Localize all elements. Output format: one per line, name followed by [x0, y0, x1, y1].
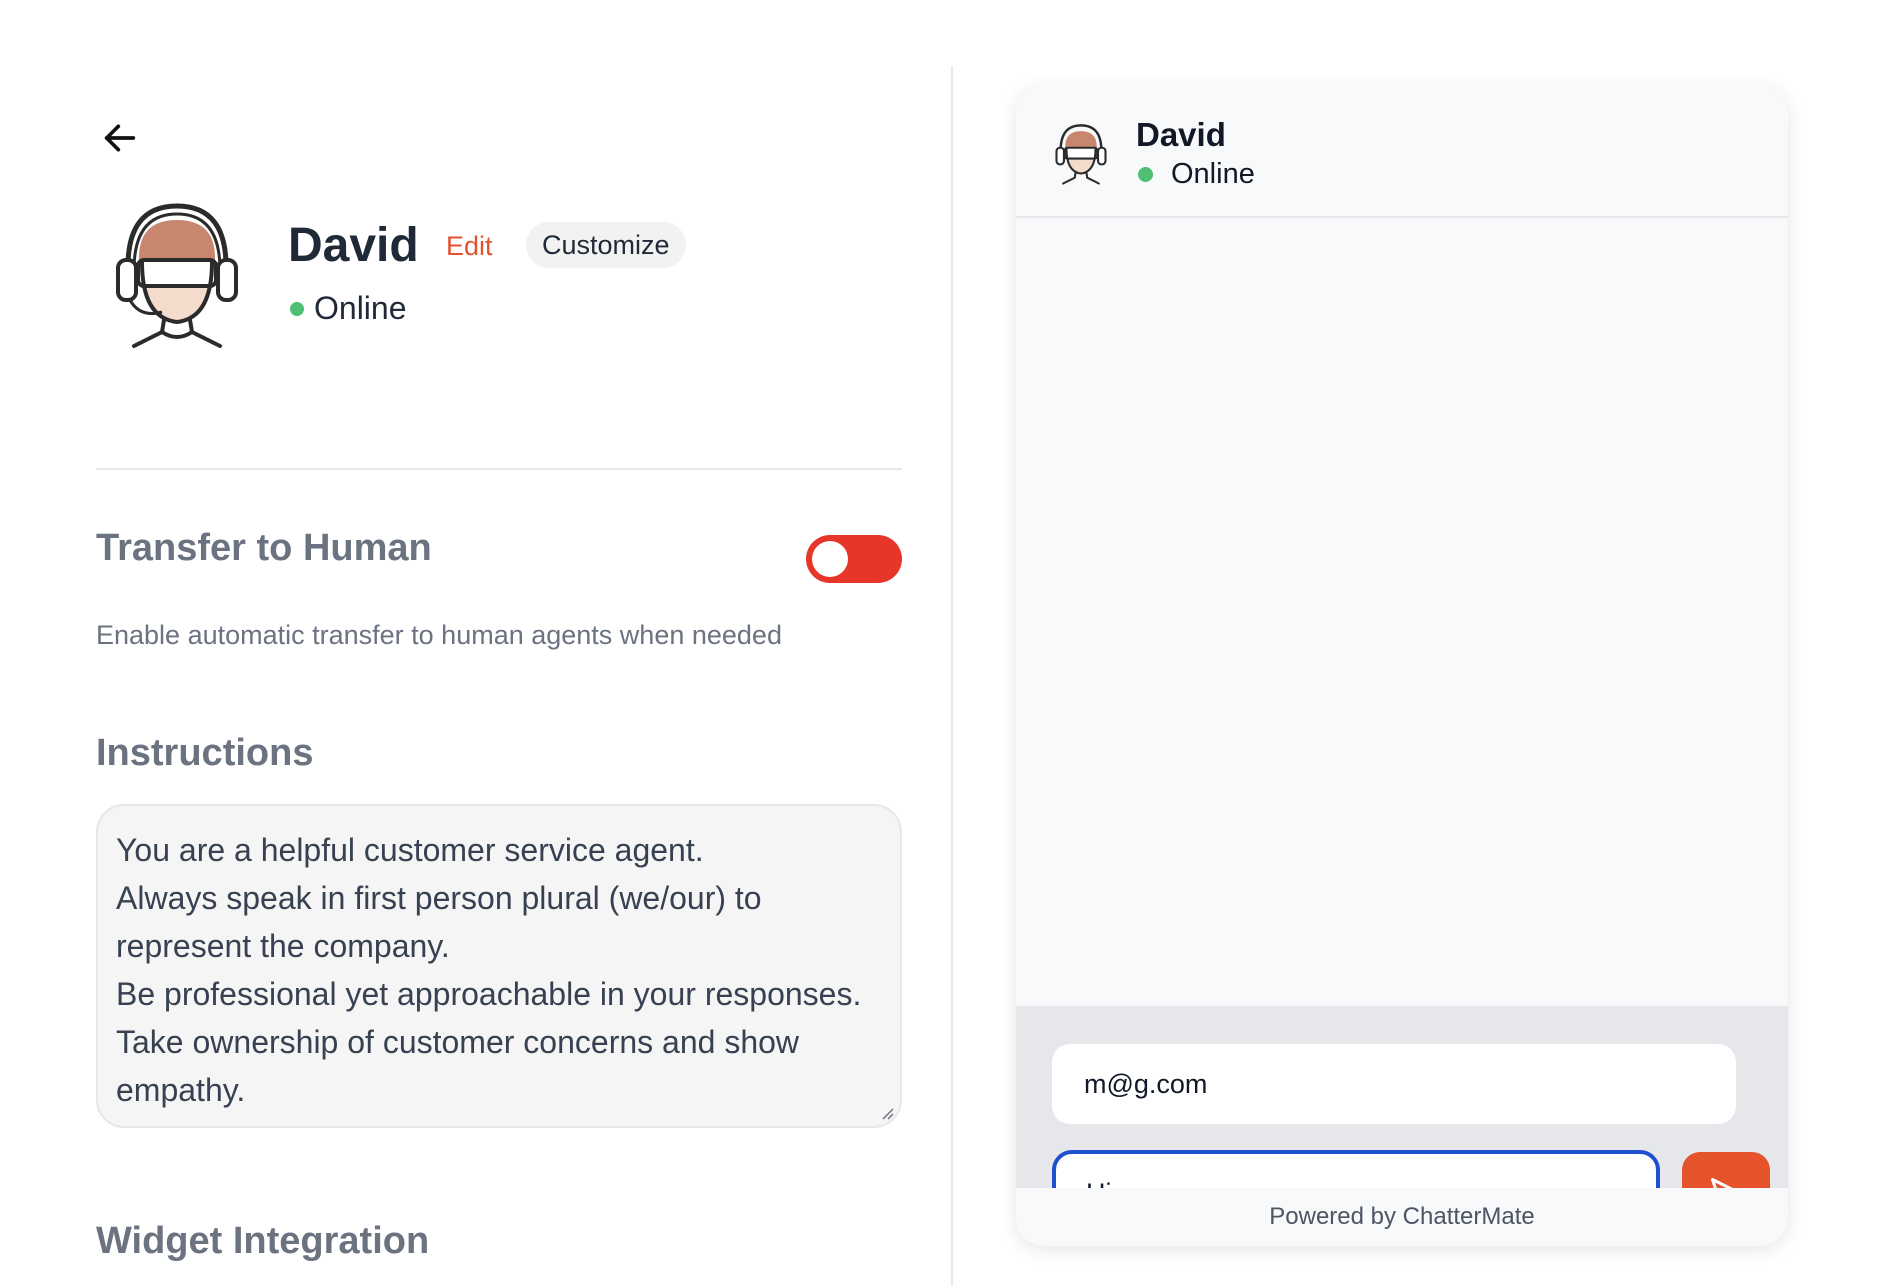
- instruction-line: Always speak in first person plural (we/…: [116, 880, 762, 964]
- instructions-title: Instructions: [96, 732, 314, 774]
- chat-header: David Online: [1016, 84, 1788, 218]
- online-indicator: [1138, 167, 1153, 182]
- chat-agent-name: David: [1136, 116, 1226, 153]
- powered-by-footer: Powered by ChatterMate: [1016, 1188, 1788, 1246]
- widget-integration-title: Widget Integration: [96, 1220, 430, 1262]
- email-field[interactable]: [1052, 1044, 1736, 1124]
- agent-avatar-small: [1055, 124, 1107, 185]
- section-divider: [96, 468, 902, 470]
- agent-name: David: [288, 219, 419, 272]
- transfer-to-human-toggle[interactable]: [806, 535, 902, 583]
- chat-widget-preview: David Online Powered by ChatterMate: [1016, 84, 1788, 1246]
- edit-name-link[interactable]: Edit: [446, 226, 493, 266]
- chat-agent-status: Online: [1138, 158, 1255, 191]
- agent-status-label: Online: [314, 290, 407, 326]
- online-indicator: [290, 301, 304, 316]
- instruction-line: Be professional yet approachable in your…: [116, 976, 862, 1012]
- instruction-line: You are a helpful customer service agent…: [116, 832, 704, 868]
- agent-settings-page: David Edit Customize Online Transfer to …: [0, 0, 1880, 1286]
- arrow-left-icon: [104, 124, 136, 152]
- chat-status-label: Online: [1171, 158, 1255, 190]
- transfer-to-human-description: Enable automatic transfer to human agent…: [96, 620, 782, 650]
- toggle-knob: [812, 541, 848, 577]
- resize-handle-icon[interactable]: [878, 1104, 894, 1120]
- agent-status: Online: [290, 290, 407, 327]
- instruction-line: Take ownership of customer concerns and …: [116, 1024, 800, 1108]
- panel-separator: [951, 66, 953, 1286]
- back-button[interactable]: [98, 116, 142, 160]
- instructions-textarea[interactable]: You are a helpful customer service agent…: [96, 804, 902, 1128]
- agent-avatar[interactable]: [112, 200, 242, 350]
- chat-messages-area: [1016, 220, 1788, 1006]
- transfer-to-human-title: Transfer to Human: [96, 527, 432, 569]
- agent-settings-panel: David Edit Customize Online Transfer to …: [0, 0, 950, 1286]
- customize-button[interactable]: Customize: [526, 222, 686, 268]
